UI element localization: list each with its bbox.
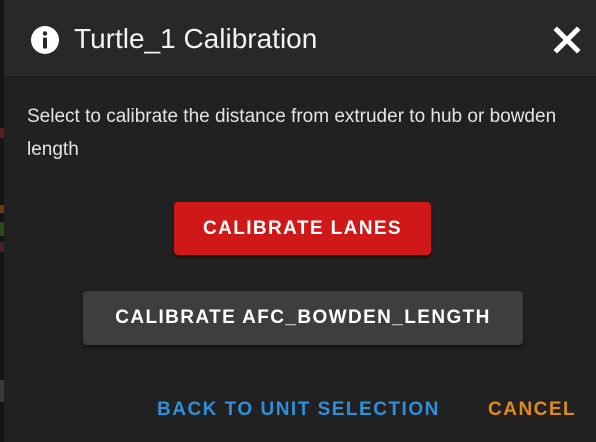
calibrate-bowden-length-button[interactable]: CALIBRATE AFC_BOWDEN_LENGTH xyxy=(83,291,523,345)
dialog-message: Select to calibrate the distance from ex… xyxy=(27,106,557,160)
close-icon[interactable] xyxy=(552,25,582,55)
calibrate-lanes-button[interactable]: CALIBRATE LANES xyxy=(174,202,431,255)
dialog-header: Turtle_1 Calibration xyxy=(4,0,596,77)
dialog-title: Turtle_1 Calibration xyxy=(74,23,318,54)
calibration-dialog: Turtle_1 Calibration Select to calibrate… xyxy=(4,0,596,442)
info-icon xyxy=(30,25,60,55)
cancel-button[interactable]: CANCEL xyxy=(488,396,576,424)
back-to-unit-selection-button[interactable]: BACK TO UNIT SELECTION xyxy=(157,396,440,424)
